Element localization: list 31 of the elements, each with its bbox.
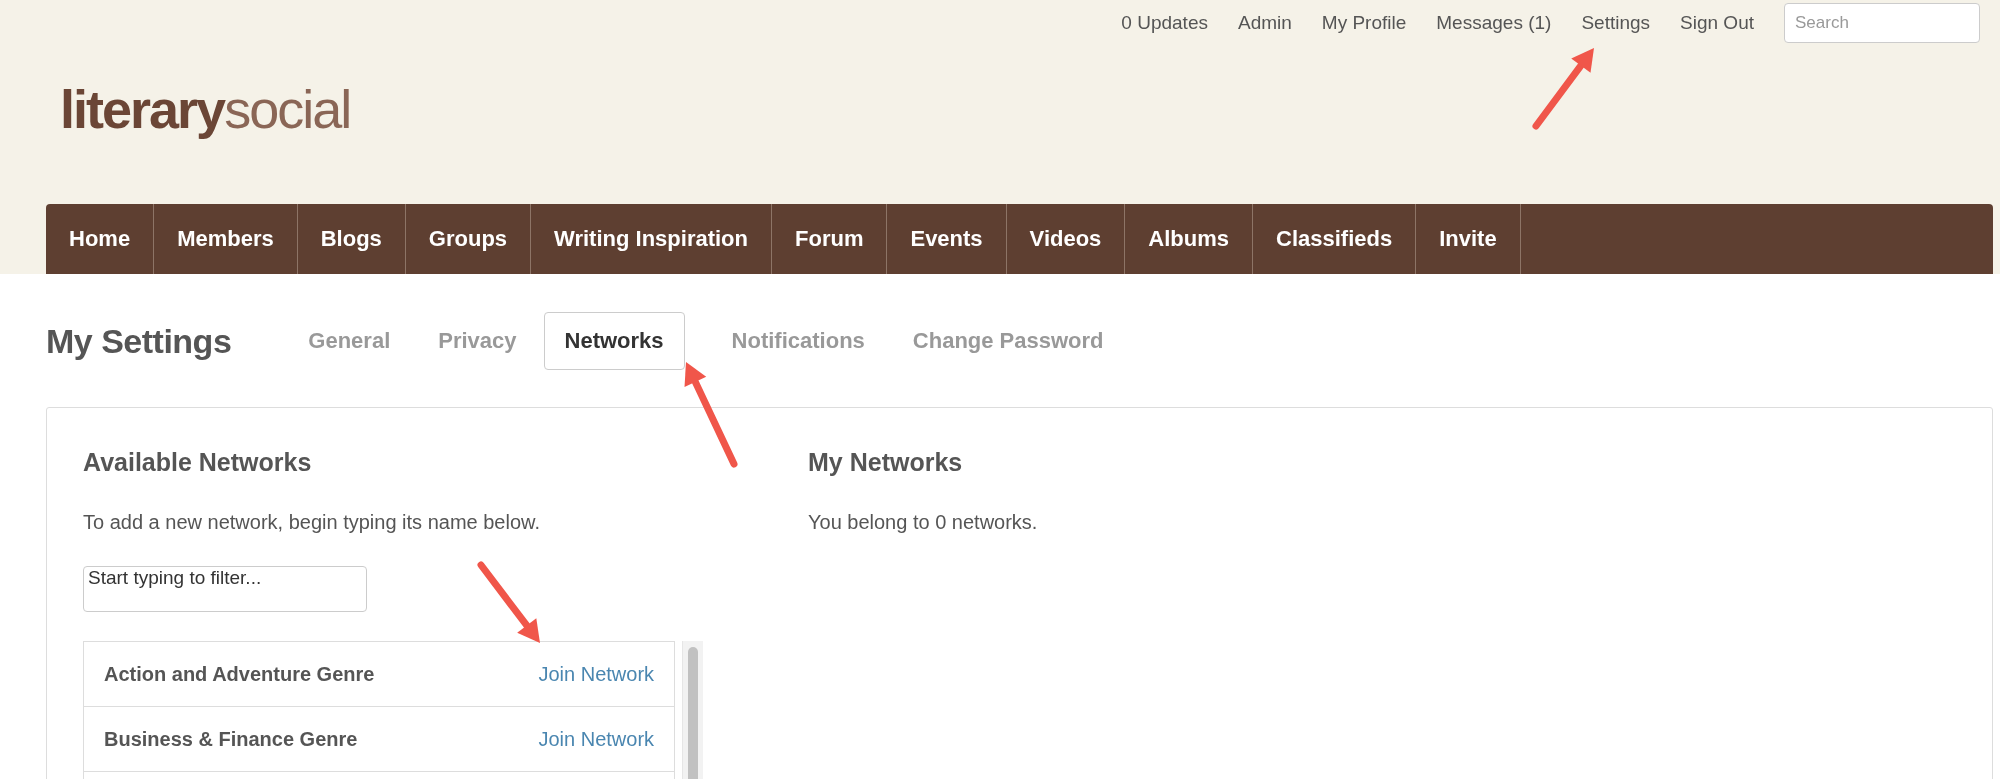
header-link[interactable]: Settings [1581, 12, 1651, 34]
nav-item[interactable]: Blogs [297, 204, 406, 274]
header-link[interactable]: My Profile [1321, 12, 1407, 34]
nav-item[interactable]: Events [887, 204, 1007, 274]
nav-item[interactable]: Groups [405, 204, 532, 274]
join-link[interactable]: Join Network [538, 662, 655, 686]
nav-item[interactable]: Videos [1006, 204, 1126, 274]
scroll-thumb[interactable] [688, 647, 699, 779]
network-name: Business & Finance Genre [104, 727, 358, 751]
nav-item[interactable]: Writing Inspiration [531, 204, 772, 274]
section-heading: Available Networks [83, 448, 313, 477]
instruction-text: To add a new network, begin typing its name below. [83, 511, 541, 534]
networks-count-text: You belong to 0 networks. [808, 511, 1039, 534]
nav-item[interactable]: Members [154, 204, 298, 274]
join-link[interactable]: Join Network [538, 727, 655, 751]
header-link[interactable]: Messages (1) [1436, 12, 1552, 34]
nav-item[interactable]: Forum [772, 204, 888, 274]
nav-item[interactable]: Albums [1125, 204, 1254, 274]
page-title: My Settings [46, 321, 232, 361]
nav-item[interactable]: Home [46, 204, 155, 274]
nav-item[interactable]: Invite [1416, 204, 1521, 274]
section-heading: My Networks [808, 448, 964, 477]
filter-field[interactable]: Start typing to filter... [83, 566, 367, 612]
header-link[interactable]: 0 Updates [1121, 12, 1208, 34]
nav-item[interactable]: Classifieds [1253, 204, 1417, 274]
header-link[interactable]: Sign Out [1680, 12, 1754, 34]
header-link[interactable]: Admin [1237, 12, 1292, 34]
network-name: Action and Adventure Genre [104, 662, 375, 686]
search-field[interactable]: Search [1784, 3, 1980, 43]
site-logo[interactable]: literarysocial [60, 78, 2000, 168]
settings-tab[interactable]: Networks [543, 312, 685, 370]
